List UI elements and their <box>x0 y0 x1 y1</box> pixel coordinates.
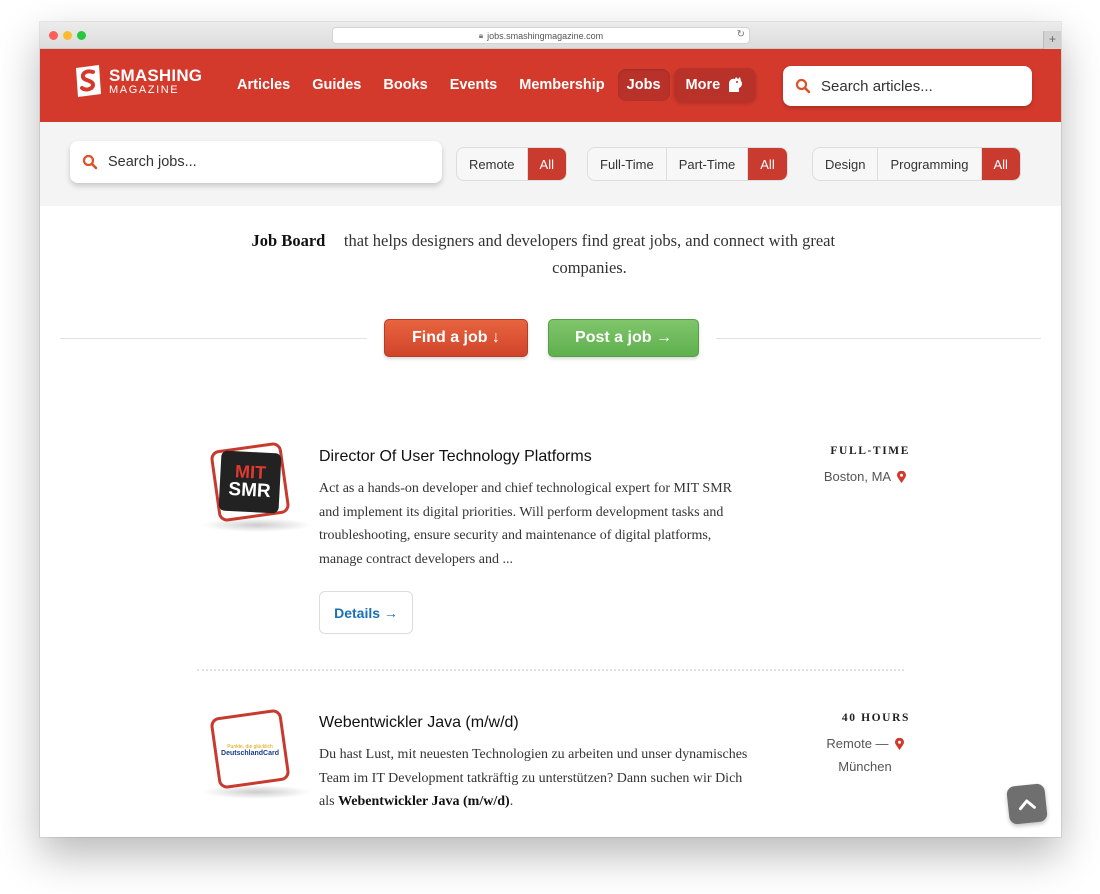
close-window-button[interactable] <box>49 31 58 40</box>
divider-right <box>716 338 1041 339</box>
location-filter: Remote All <box>456 147 567 181</box>
job-title[interactable]: Webentwickler Java (m/w/d) <box>319 714 519 732</box>
filter-full-time[interactable]: Full-Time <box>588 148 667 180</box>
nav-membership[interactable]: Membership <box>510 69 613 101</box>
listing-separator <box>197 669 904 671</box>
nav-guides[interactable]: Guides <box>303 69 370 101</box>
search-icon <box>82 154 98 170</box>
job-location-text: Boston, MA <box>823 469 892 484</box>
lock-icon: 🔒︎ <box>478 30 484 40</box>
scroll-to-top-button[interactable] <box>1006 783 1048 825</box>
main-nav: Articles Guides Books Events Membership … <box>228 68 757 102</box>
job-type: FULL-TIME <box>830 445 910 457</box>
browser-toolbar: 🔒︎ jobs.smashingmagazine.com ↻ + <box>40 22 1061 49</box>
reload-icon[interactable]: ↻ <box>737 29 745 40</box>
job-location-text: Remote — <box>826 736 889 751</box>
job-search-placeholder: Search jobs... <box>108 154 197 170</box>
filter-remote[interactable]: Remote <box>457 148 528 180</box>
job-description-bold: Webentwickler Java (m/w/d) <box>338 794 510 809</box>
category-filter: Design Programming All <box>812 147 1021 181</box>
job-type: 40 HOURS <box>841 712 910 724</box>
job-search-input[interactable]: Search jobs... <box>70 141 442 183</box>
nav-jobs[interactable]: Jobs <box>617 69 670 101</box>
job-board-tagline: Job Board that helps designers and devel… <box>40 227 1061 281</box>
logo-text-bottom: SMR <box>227 478 272 502</box>
minimize-window-button[interactable] <box>63 31 72 40</box>
article-search-input[interactable]: Search articles... <box>783 66 1032 106</box>
job-filter-bar: Search jobs... Remote All Full-Time Part… <box>40 122 1061 206</box>
details-button[interactable]: Details → <box>319 591 413 634</box>
job-title[interactable]: Director Of User Technology Platforms <box>319 448 592 466</box>
nav-articles[interactable]: Articles <box>228 69 299 101</box>
logo-text-bottom: DeutschlandCard <box>221 749 279 757</box>
job-location-city: München <box>838 759 892 774</box>
divider-left <box>60 338 367 339</box>
find-job-button[interactable]: Find a job ↓ <box>384 319 528 357</box>
filter-employment-all[interactable]: All <box>748 148 787 180</box>
filter-part-time[interactable]: Part-Time <box>667 148 749 180</box>
site-logo[interactable]: SMASHING MAGAZINE <box>73 64 202 98</box>
tagline-bold: Job Board <box>251 231 326 250</box>
filter-category-all[interactable]: All <box>981 148 1020 180</box>
job-meta: 40 HOURS Remote — München <box>800 712 910 778</box>
job-meta: FULL-TIME Boston, MA <box>800 445 910 488</box>
tagline-text: that helps designers and developers find… <box>343 231 836 277</box>
smashing-logo-icon <box>73 64 103 98</box>
nav-more-button[interactable]: More <box>673 68 757 102</box>
company-logo[interactable]: MIT SMR <box>202 440 312 532</box>
employment-filter: Full-Time Part-Time All <box>587 147 788 181</box>
job-location: Remote — München <box>820 732 910 778</box>
location-pin-icon <box>894 738 904 750</box>
job-location: Boston, MA <box>820 465 910 488</box>
article-search-placeholder: Search articles... <box>821 77 933 95</box>
location-pin-icon <box>897 471 907 483</box>
job-description: Du hast Lust, mit neuesten Technologien … <box>319 743 749 814</box>
search-icon <box>795 78 811 94</box>
filter-programming[interactable]: Programming <box>878 148 982 180</box>
job-description-end: . <box>509 794 514 809</box>
nav-more-label: More <box>685 77 721 93</box>
zoom-window-button[interactable] <box>77 31 86 40</box>
address-bar[interactable]: 🔒︎ jobs.smashingmagazine.com ↻ <box>332 27 750 44</box>
filter-design[interactable]: Design <box>813 148 879 180</box>
nav-events[interactable]: Events <box>441 69 507 101</box>
nav-books[interactable]: Books <box>374 69 436 101</box>
arrow-up-icon <box>1018 799 1036 811</box>
filter-location-all[interactable]: All <box>527 148 566 180</box>
logo-title: SMASHING <box>109 65 203 85</box>
job-description: Act as a hands-on developer and chief te… <box>319 481 732 567</box>
site-header: SMASHING MAGAZINE Articles Guides Books … <box>40 49 1061 122</box>
post-job-button[interactable]: Post a job → <box>548 319 699 357</box>
cat-icon <box>729 77 743 92</box>
browser-window: 🔒︎ jobs.smashingmagazine.com ↻ + SMASHIN… <box>40 22 1061 837</box>
company-logo[interactable]: Punkte, die glücklich DeutschlandCard <box>202 707 312 799</box>
new-tab-button[interactable]: + <box>1043 31 1061 49</box>
logo-subtitle: MAGAZINE <box>109 83 180 96</box>
url-text: jobs.smashingmagazine.com <box>487 30 604 41</box>
